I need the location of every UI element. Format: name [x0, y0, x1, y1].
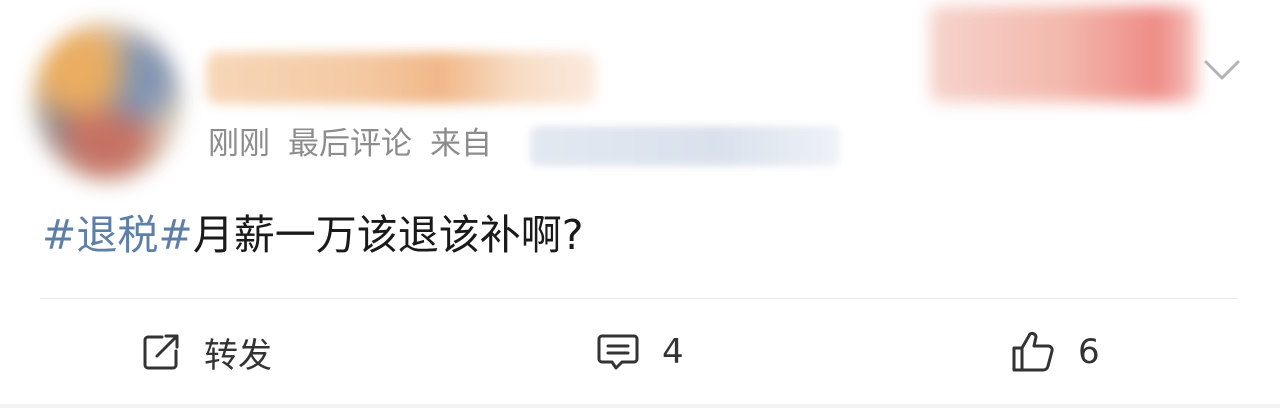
last-comment-label: 最后评论	[288, 126, 412, 162]
post-meta: 刚刚 最后评论 来自	[208, 122, 510, 166]
source-from-label: 来自	[430, 126, 492, 162]
topic-link[interactable]: #退税#	[42, 211, 193, 259]
avatar[interactable]	[32, 22, 182, 182]
post-content: #退税#月薪一万该退该补啊?	[42, 208, 583, 262]
like-count: 6	[1078, 332, 1100, 372]
username-redacted[interactable]	[206, 52, 596, 104]
card-bottom-border	[0, 404, 1280, 408]
source-redacted	[530, 126, 840, 166]
comment-count: 4	[662, 332, 684, 372]
repost-label: 转发	[204, 335, 272, 376]
comment-bubble-icon	[596, 331, 640, 373]
thumbs-up-icon	[1010, 330, 1056, 374]
post-time: 刚刚	[208, 126, 270, 162]
post-body: 月薪一万该退该补啊?	[192, 211, 584, 259]
badge-redacted	[930, 6, 1198, 102]
divider	[40, 298, 1238, 299]
repost-button[interactable]: 转发	[140, 324, 272, 380]
like-button[interactable]: 6	[1010, 324, 1100, 380]
chevron-down-icon[interactable]	[1200, 52, 1244, 88]
comment-button[interactable]: 4	[596, 324, 684, 380]
share-arrow-icon	[140, 331, 182, 373]
weibo-post-card: 刚刚 最后评论 来自 #退税#月薪一万该退该补啊? 转发 4 6	[0, 0, 1280, 408]
